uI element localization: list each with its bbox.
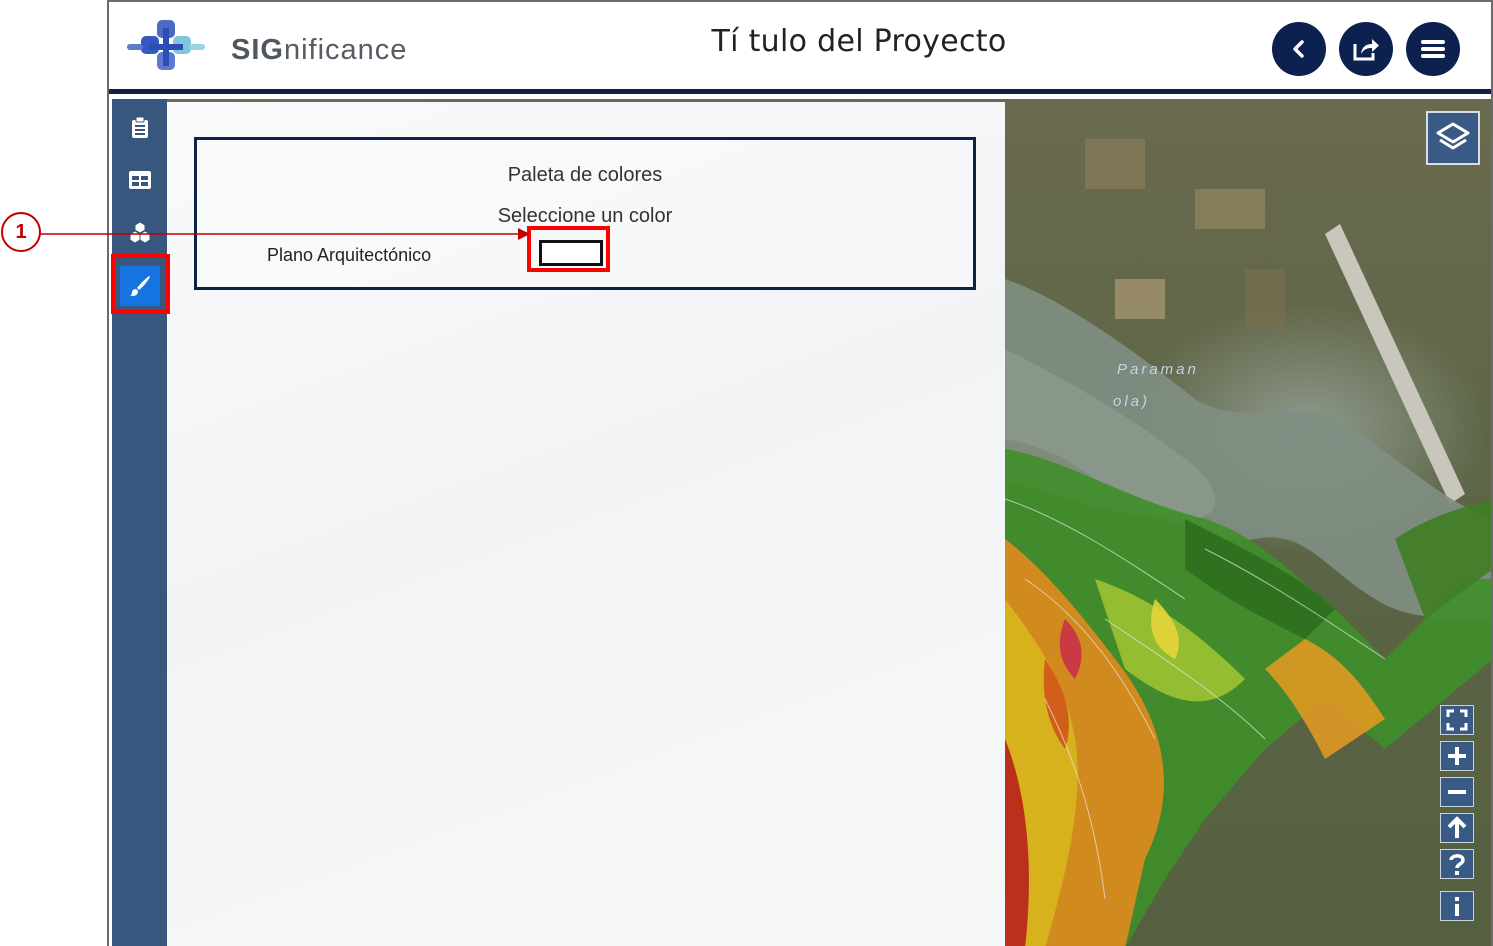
zoom-out-button[interactable] <box>1440 777 1474 807</box>
brand-name-rest: nificance <box>283 34 408 66</box>
brand-name-bold: SIG <box>231 34 284 66</box>
menu-button[interactable] <box>1406 22 1460 76</box>
project-title: Tí tulo del Proyecto <box>711 24 1007 59</box>
help-button[interactable] <box>1440 849 1474 879</box>
map-label-2: ola) <box>1113 393 1151 410</box>
fullscreen-icon <box>1446 709 1468 731</box>
info-icon <box>1455 897 1459 916</box>
back-button[interactable] <box>1272 22 1326 76</box>
zoom-in-icon <box>1448 747 1466 765</box>
clipboard-icon <box>132 117 148 138</box>
north-arrow-icon <box>1447 816 1467 838</box>
zoom-out-icon <box>1448 790 1466 794</box>
table-icon <box>129 171 151 189</box>
info-button[interactable] <box>1440 891 1474 921</box>
help-icon <box>1449 854 1465 875</box>
hamburger-menu-icon <box>1421 40 1445 58</box>
land-use-overlay <box>1005 139 1491 946</box>
map-layers-button[interactable] <box>1426 111 1480 165</box>
sidebar-item-table[interactable] <box>120 160 160 200</box>
header: SIGnificance Tí tulo del Proyecto <box>109 2 1491 94</box>
share-button[interactable] <box>1339 22 1393 76</box>
chevron-left-icon <box>1293 40 1304 58</box>
significance-logo <box>127 20 205 70</box>
palette-title: Paleta de colores <box>507 164 663 186</box>
layers-icon <box>1436 122 1470 150</box>
sidebar-item-clipboard[interactable] <box>120 108 160 148</box>
map-label-1: Paraman <box>1117 361 1199 378</box>
callout-arrow <box>40 228 530 240</box>
app-window: SIGnificance Tí tulo del Proyecto Parama… <box>107 0 1493 946</box>
brand-name: SIGnificance <box>231 34 407 67</box>
fullscreen-button[interactable] <box>1440 705 1474 735</box>
zoom-in-button[interactable] <box>1440 741 1474 771</box>
north-arrow-button[interactable] <box>1440 813 1474 843</box>
callout-number: 1 <box>1 212 41 252</box>
layer-label-plano: Plano Arquitectónico <box>267 245 432 265</box>
share-icon <box>1353 39 1379 61</box>
highlight-brush <box>111 254 170 314</box>
